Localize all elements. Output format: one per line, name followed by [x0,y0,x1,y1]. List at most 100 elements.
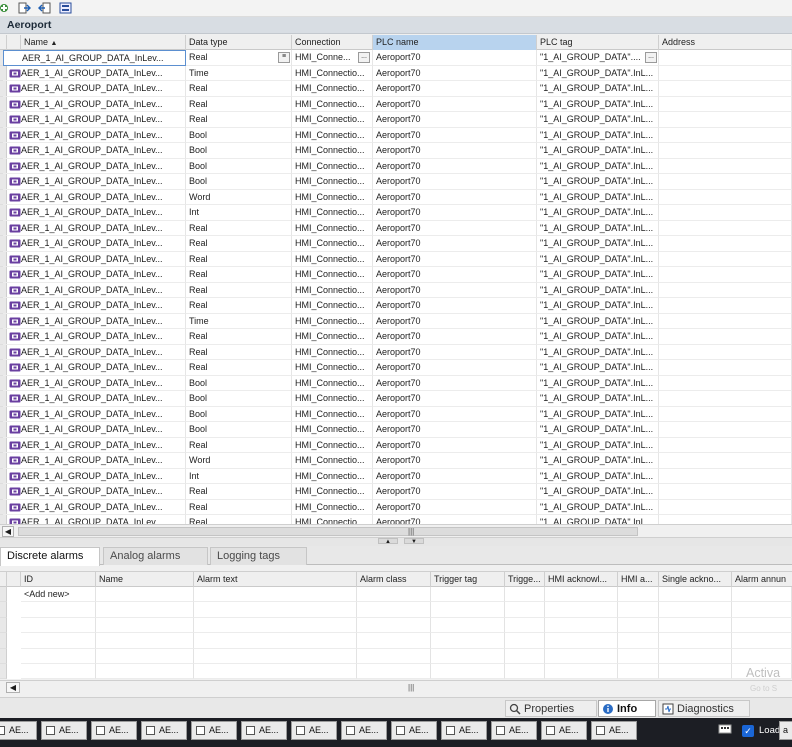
tag-name-cell[interactable]: AER_1_AI_GROUP_DATA_InLev... [3,453,186,469]
plc-name-cell[interactable]: Aeroport70 [373,236,537,252]
tag-name-cell[interactable]: AER_1_AI_GROUP_DATA_InLev... [3,189,186,205]
row-header[interactable] [0,664,7,679]
data-type-cell[interactable]: Real [186,267,292,283]
taskbar-window-item[interactable]: AE... [441,721,487,740]
tag-name-cell[interactable]: AER_1_AI_GROUP_DATA_InLev... [3,220,186,236]
scroll-left-icon[interactable]: ◀ [6,682,20,693]
address-cell[interactable] [659,158,792,174]
tag-table-icon[interactable] [58,1,72,14]
connection-cell[interactable]: HMI_Connectio... [292,484,373,500]
alarm-cell[interactable] [618,648,659,664]
data-type-cell[interactable]: Real [186,329,292,345]
alarm-cell[interactable] [96,664,194,679]
column-header-id[interactable]: ID [21,572,96,587]
tag-name-cell[interactable]: AER_1_AI_GROUP_DATA_InLev... [3,158,186,174]
table-row[interactable]: AER_1_AI_GROUP_DATA_InLev... Time HMI_Conn… [0,313,792,329]
alarm-cell[interactable] [357,617,431,634]
alarm-cell[interactable] [431,664,505,679]
table-row[interactable]: AER_1_AI_GROUP_DATA_InLev... Bool HMI_Conn… [0,158,792,174]
plc-tag-browse-button[interactable]: ... [645,52,657,63]
data-type-picker-icon[interactable]: ≡ [278,52,290,63]
data-type-cell[interactable]: Int [186,468,292,484]
plc-name-cell[interactable]: Aeroport70 [373,344,537,360]
table-row[interactable]: AER_1_AI_GROUP_DATA_InLev... Bool HMI_Conn… [0,406,792,422]
plc-tag-cell[interactable]: "1_AI_GROUP_DATA".InL... [537,282,659,298]
taskbar-window-item[interactable]: AE... [491,721,537,740]
alarm-cell[interactable] [618,617,659,634]
alarm-cell[interactable] [357,664,431,679]
taskbar-window-item[interactable]: AE... [141,721,187,740]
alarm-cell[interactable] [96,648,194,664]
tag-name-cell[interactable]: AER_1_AI_GROUP_DATA_InLev... [3,313,186,329]
alarm-cell[interactable] [357,648,431,664]
plc-name-cell[interactable]: Aeroport70 [373,484,537,500]
alarm-cell[interactable] [618,602,659,618]
plc-name-cell[interactable]: Aeroport70 [373,282,537,298]
plc-name-cell[interactable]: Aeroport70 [373,360,537,376]
plc-name-cell[interactable]: Aeroport70 [373,375,537,391]
data-type-cell[interactable]: Bool [186,406,292,422]
tag-name-cell[interactable]: AER_1_AI_GROUP_DATA_InLev... [3,344,186,360]
tab-analog-alarms[interactable]: Analog alarms [103,547,208,565]
alarm-cell[interactable] [21,617,96,634]
data-type-cell[interactable]: Real [186,298,292,314]
import-icon[interactable] [37,1,51,14]
taskbar-window-item[interactable]: AE... [591,721,637,740]
connection-cell[interactable]: HMI_Connectio... [292,205,373,221]
plc-name-cell[interactable]: Aeroport70 [373,298,537,314]
tag-name-cell[interactable]: AER_1_AI_GROUP_DATA_InLev... [3,515,186,524]
address-cell[interactable] [659,484,792,500]
plc-tag-cell[interactable]: "1_AI_GROUP_DATA".InL... [537,298,659,314]
alarm-cell[interactable] [194,587,357,603]
data-type-cell[interactable]: Bool [186,422,292,438]
alarm-cell[interactable] [96,587,194,603]
alarm-cell[interactable] [659,664,732,679]
alarm-cell[interactable] [545,602,618,618]
plc-tag-cell[interactable]: "1_AI_GROUP_DATA".InL... [537,468,659,484]
alarm-cell[interactable] [732,633,792,649]
column-header-data-type[interactable]: Data type [186,35,292,50]
alarm-cell[interactable] [659,633,732,649]
plc-name-cell[interactable]: Aeroport70 [373,158,537,174]
table-row[interactable]: AER_1_AI_GROUP_DATA_InLev... Bool HMI_Conn… [0,375,792,391]
address-cell[interactable] [659,468,792,484]
connection-cell[interactable]: HMI_Connectio... [292,127,373,143]
data-type-cell[interactable]: Real [186,50,292,66]
connection-cell[interactable]: HMI_Connectio... [292,96,373,112]
column-header-alarm-annunciation[interactable]: Alarm annun [732,572,792,587]
alarm-cell[interactable] [357,602,431,618]
address-cell[interactable] [659,251,792,267]
table-row[interactable]: AER_1_AI_GROUP_DATA_InLev... Time HMI_Conn… [0,65,792,81]
tab-logging-tags[interactable]: Logging tags [210,547,307,565]
taskbar-window-item[interactable]: AE... [291,721,337,740]
tag-name-cell[interactable]: AER_1_AI_GROUP_DATA_InLev... [3,468,186,484]
info-tab[interactable]: Info [598,700,656,717]
address-cell[interactable] [659,453,792,469]
alarm-cell[interactable] [357,633,431,649]
alarm-cell[interactable] [21,664,96,679]
data-type-cell[interactable]: Real [186,499,292,515]
plc-tag-cell[interactable]: "1_AI_GROUP_DATA".InL... [537,515,659,524]
address-cell[interactable] [659,205,792,221]
column-header-address[interactable]: Address [659,35,792,50]
plc-tag-cell[interactable]: "1_AI_GROUP_DATA".InL... [537,484,659,500]
data-type-cell[interactable]: Real [186,220,292,236]
address-cell[interactable] [659,96,792,112]
plc-name-cell[interactable]: Aeroport70 [373,422,537,438]
address-cell[interactable] [659,329,792,345]
row-header[interactable] [0,587,7,603]
alarm-cell[interactable] [505,602,545,618]
plc-name-cell[interactable]: Aeroport70 [373,468,537,484]
row-header[interactable] [0,617,7,634]
data-type-cell[interactable]: Bool [186,375,292,391]
scroll-left-icon[interactable]: ◀ [2,526,14,537]
connection-cell[interactable]: HMI_Connectio... [292,344,373,360]
tag-name-cell[interactable]: AER_1_AI_GROUP_DATA_InLev... [3,298,186,314]
connection-cell[interactable]: HMI_Connectio... [292,112,373,128]
address-cell[interactable] [659,313,792,329]
address-cell[interactable] [659,236,792,252]
tag-name-cell[interactable]: AER_1_AI_GROUP_DATA_InLev... [3,267,186,283]
add-new-row[interactable]: <Add new> [0,587,792,603]
alarm-cell[interactable] [21,648,96,664]
connection-cell[interactable]: HMI_Connectio... [292,81,373,97]
